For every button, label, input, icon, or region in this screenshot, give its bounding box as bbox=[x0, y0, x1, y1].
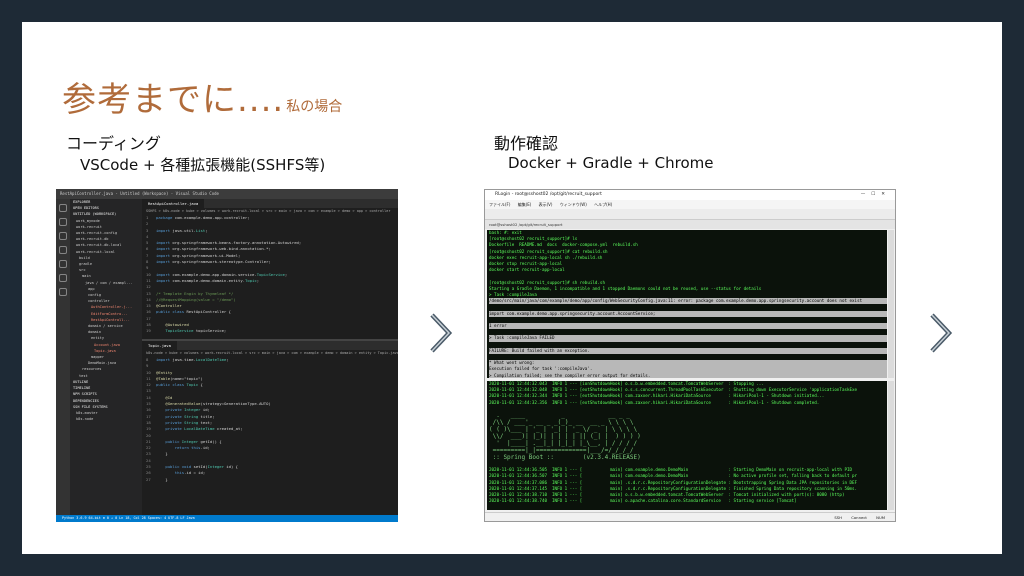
tab-restapicontroller[interactable]: RestApiController.java bbox=[142, 199, 205, 208]
terminal-pane-top[interactable]: bash: #: exit [root@sshost02 recruit_supp… bbox=[487, 230, 887, 378]
slide-title: 参考までに.... 私の場合 bbox=[62, 72, 342, 121]
terminal-scrollbar-bottom[interactable] bbox=[888, 381, 894, 510]
terminal-menu-bar[interactable]: ファイル(F) 編集(E) 表示(V) ウィンドウ(W) ヘルプ(H) bbox=[485, 200, 895, 209]
sidebar-item[interactable]: k8s-node bbox=[70, 416, 142, 422]
code-editor-top[interactable]: 1 package com.example.demo.app.controller… bbox=[142, 215, 398, 339]
terminal-line: =========|_|==============|___/=/_/_/_/ bbox=[489, 447, 634, 455]
verify-label: 動作確認 bbox=[494, 134, 559, 153]
terminal-scrollbar-top[interactable] bbox=[888, 230, 894, 378]
terminal-line: > Compilation failed; see the compiler e… bbox=[489, 372, 887, 378]
vscode-explorer-sidebar: EXPLORER OPEN EDITORS UNTITLED (WORKSPACE)… bbox=[70, 199, 142, 515]
terminal-line: 2020-11-01 12:44:37.086 INFO 1 --- [ mai… bbox=[489, 479, 858, 485]
terminal-pane-bottom[interactable]: 2020-11-01 12:44:32.043 INFO 1 --- [ionS… bbox=[487, 381, 887, 510]
terminal-toolbar bbox=[485, 209, 895, 220]
verify-sublabel: Docker + Gradle + Chrome bbox=[508, 154, 714, 172]
search-icon[interactable] bbox=[59, 218, 67, 226]
vscode-activity-bar bbox=[56, 199, 70, 515]
code-line: 19 TopicService topicService; bbox=[146, 328, 227, 334]
slide-title-main: 参考までに.... bbox=[62, 80, 285, 120]
extensions-icon[interactable] bbox=[59, 260, 67, 268]
terminal-line: ' |____| .__|_| |_|_| |_\__, | / / / / bbox=[489, 440, 638, 448]
debug-icon[interactable] bbox=[59, 246, 67, 254]
terminal-line: /\\ / ___'_ __ _ _(_)_ __ __ _ \ \ \ \ bbox=[489, 419, 634, 427]
breadcrumb-top: SSHFS > k8s-node > kube > volumes > work… bbox=[146, 209, 391, 213]
vscode-screenshot: RestApiController.java - Untitled (Works… bbox=[56, 189, 398, 522]
rlogin-terminal-screenshot: RLogin - root@sshost02 /opt/git/recruit_… bbox=[484, 189, 896, 522]
chevron-right-icon bbox=[930, 313, 953, 353]
remote-icon[interactable] bbox=[59, 274, 67, 282]
terminal-tab[interactable]: root@sshost02 /opt/git/recruit_support bbox=[485, 220, 895, 229]
docker-icon[interactable] bbox=[59, 288, 67, 296]
terminal-window-title: RLogin - root@sshost02 /opt/git/recruit_… bbox=[485, 190, 895, 200]
vscode-status-bar: Python 3.6.9 64-bit ⊗ 0 ⚠ 0 Ln 18, Col 2… bbox=[56, 515, 398, 522]
terminal-line: . ____ _ __ _ _ bbox=[489, 412, 630, 420]
terminal-status-bar: SSH Connect NUM bbox=[485, 512, 895, 521]
chevron-right-icon bbox=[430, 313, 453, 353]
vscode-tabs-bottom: Topic.java bbox=[142, 341, 398, 350]
source-control-icon[interactable] bbox=[59, 232, 67, 240]
terminal-line: :: Spring Boot :: (v2.3.4.RELEASE) bbox=[489, 454, 641, 462]
vscode-window-title: RestApiController.java - Untitled (Works… bbox=[56, 189, 398, 199]
terminal-line: /demo/src/main/java/com/example/demo/app… bbox=[489, 298, 887, 305]
slide-title-sub: 私の場合 bbox=[286, 99, 343, 115]
terminal-line: 2020-11-01 12:44:38.740 INFO 1 --- [ mai… bbox=[489, 498, 797, 504]
vscode-tabs-top: RestApiController.java bbox=[142, 199, 398, 208]
code-editor-bottom[interactable]: 8 import java.time.LocalDateTime; 9 10 @Enti… bbox=[142, 357, 398, 517]
explorer-icon[interactable] bbox=[59, 204, 67, 212]
breadcrumb-bottom: k8s-node > kube > volumes > work-recruit… bbox=[146, 351, 398, 355]
code-line: 27 } bbox=[146, 476, 168, 482]
vscode-editor: RestApiController.java SSHFS > k8s-node … bbox=[142, 199, 398, 515]
window-controls-icon[interactable]: —☐✕ bbox=[861, 190, 891, 200]
top-frame-bar bbox=[0, 0, 1024, 22]
terminal-line: 2020-11-01 12:44:36.507 INFO 1 --- [ mai… bbox=[489, 473, 858, 479]
terminal-line: ( ( )\___ | '_ | '_| | '_ \/ _` | \ \ \ … bbox=[489, 426, 638, 434]
coding-sublabel: VSCode + 各種拡張機能(SSHFS等) bbox=[80, 156, 326, 174]
tab-topic[interactable]: Topic.java bbox=[142, 341, 177, 350]
terminal-line: \\/ ___)| |_)| | | | | || (_| | ) ) ) ) bbox=[489, 433, 641, 441]
coding-label: コーディング bbox=[66, 134, 161, 153]
terminal-window-title-text: RLogin - root@sshost02 /opt/git/recruit_… bbox=[495, 192, 602, 197]
